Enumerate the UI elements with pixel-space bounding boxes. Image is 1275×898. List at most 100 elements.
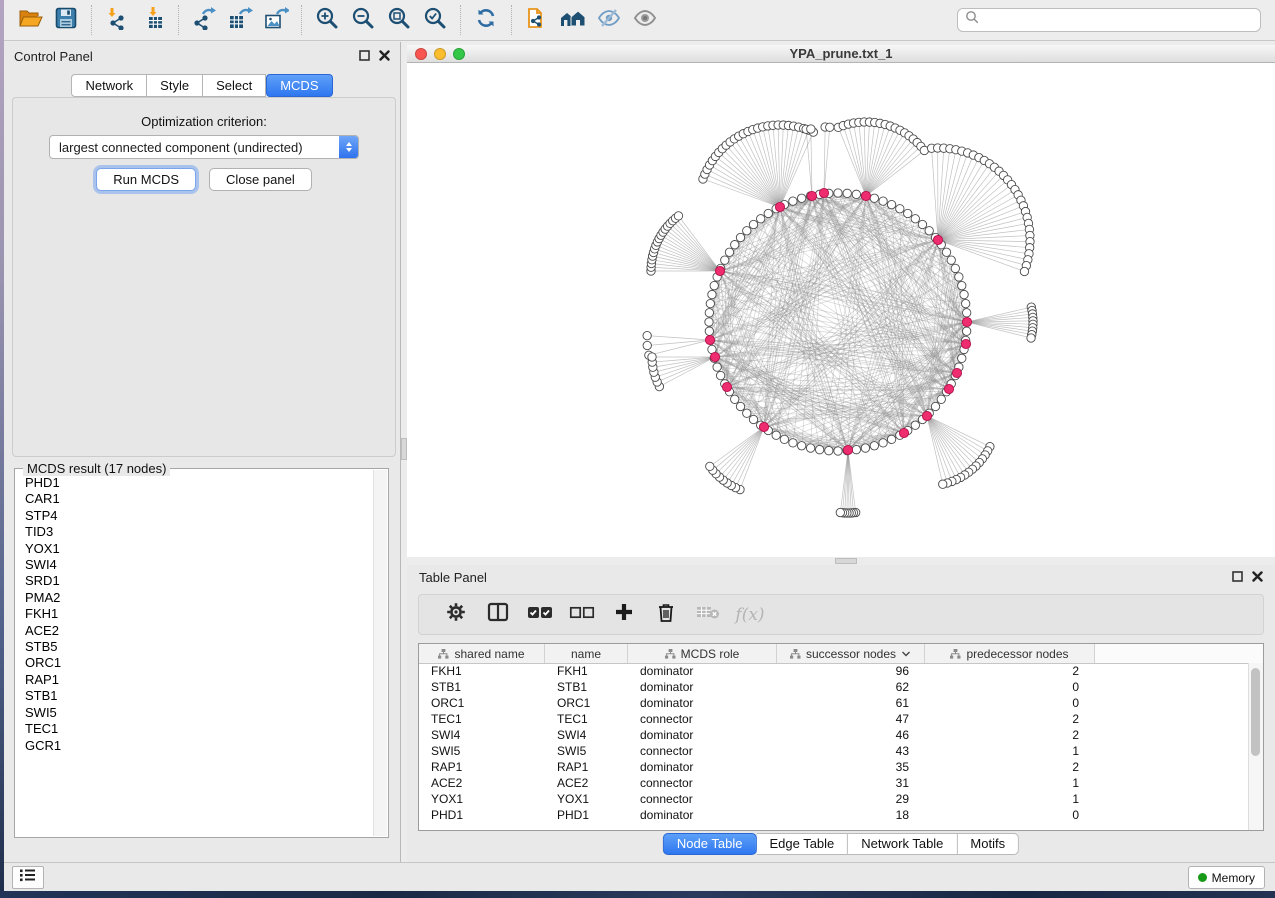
tab-mcds[interactable]: MCDS bbox=[266, 74, 332, 97]
network-from-file-button[interactable] bbox=[519, 5, 555, 35]
horizontal-splitter[interactable] bbox=[407, 557, 1275, 565]
cell-successor_nodes: 31 bbox=[777, 776, 925, 790]
mcds-result-list[interactable]: PHD1CAR1STP4TID3YOX1SWI4SRD1PMA2FKH1ACE2… bbox=[16, 475, 373, 836]
search-input[interactable] bbox=[980, 12, 1253, 28]
main-toolbar bbox=[4, 0, 1275, 41]
delete-table-button[interactable] bbox=[687, 601, 729, 629]
first-neighbors-button[interactable] bbox=[555, 5, 591, 35]
delete-column-button[interactable] bbox=[645, 601, 687, 629]
table-scrollbar[interactable] bbox=[1248, 663, 1263, 830]
mcds-result-item[interactable]: STP4 bbox=[25, 508, 373, 524]
save-session-button[interactable] bbox=[48, 5, 84, 35]
open-folder-icon bbox=[17, 6, 43, 35]
zoom-in-button[interactable] bbox=[309, 5, 345, 35]
mcds-result-item[interactable]: SRD1 bbox=[25, 573, 373, 589]
mcds-result-item[interactable]: FKH1 bbox=[25, 606, 373, 622]
cell-mcds_role: connector bbox=[628, 744, 777, 758]
mcds-result-item[interactable]: SWI5 bbox=[25, 705, 373, 721]
cell-shared_name: TEC1 bbox=[419, 712, 545, 726]
table-row[interactable]: PHD1PHD1dominator180 bbox=[419, 807, 1249, 823]
mcds-result-item[interactable]: TID3 bbox=[25, 524, 373, 540]
table-row[interactable]: ACE2ACE2connector311 bbox=[419, 775, 1249, 791]
run-mcds-button[interactable]: Run MCDS bbox=[96, 168, 196, 191]
table-row[interactable]: STB1STB1dominator620 bbox=[419, 679, 1249, 695]
tab-network-table[interactable]: Network Table bbox=[848, 833, 957, 855]
cell-name: SWI4 bbox=[545, 728, 628, 742]
column-header-shared_name[interactable]: shared name bbox=[419, 644, 545, 663]
mcds-result-item[interactable]: SWI4 bbox=[25, 557, 373, 573]
close-panel-icon[interactable] bbox=[379, 49, 390, 64]
control-panel-tabs: NetworkStyleSelectMCDS bbox=[4, 74, 400, 97]
mcds-list-scrollbar[interactable] bbox=[373, 470, 387, 836]
mcds-result-item[interactable]: ORC1 bbox=[25, 655, 373, 671]
column-header-successor_nodes[interactable]: successor nodes bbox=[777, 644, 925, 663]
mcds-result-item[interactable]: PHD1 bbox=[25, 475, 373, 491]
network-nodes[interactable] bbox=[643, 118, 1037, 517]
tab-edge-table[interactable]: Edge Table bbox=[756, 833, 848, 855]
select-all-button[interactable] bbox=[519, 601, 561, 629]
tab-select[interactable]: Select bbox=[203, 74, 266, 97]
tab-style[interactable]: Style bbox=[147, 74, 203, 97]
mcds-result-item[interactable]: RAP1 bbox=[25, 672, 373, 688]
export-network-button[interactable] bbox=[186, 5, 222, 35]
table-row[interactable]: SWI5SWI5connector431 bbox=[419, 743, 1249, 759]
export-table-button[interactable] bbox=[222, 5, 258, 35]
tab-network[interactable]: Network bbox=[71, 74, 147, 97]
optimization-criterion-select[interactable]: largest connected component (undirected) bbox=[49, 135, 359, 159]
refresh-layout-button[interactable] bbox=[468, 5, 504, 35]
search-box[interactable] bbox=[957, 8, 1261, 32]
hide-selected-button[interactable] bbox=[591, 5, 627, 35]
table-row[interactable]: ORC1ORC1dominator610 bbox=[419, 695, 1249, 711]
close-panel-button[interactable]: Close panel bbox=[209, 168, 312, 191]
table-row[interactable]: TEC1TEC1connector472 bbox=[419, 711, 1249, 727]
mcds-result-item[interactable]: ACE2 bbox=[25, 623, 373, 639]
deselect-all-button[interactable] bbox=[561, 601, 603, 629]
add-column-button[interactable] bbox=[603, 601, 645, 629]
table-panel-header: Table Panel bbox=[407, 567, 1275, 587]
zoom-selected-button[interactable] bbox=[417, 5, 453, 35]
float-panel-icon[interactable] bbox=[1232, 570, 1243, 585]
import-table-button[interactable] bbox=[135, 5, 171, 35]
column-header-mcds_role[interactable]: MCDS role bbox=[628, 644, 777, 663]
mcds-result-item[interactable]: STB5 bbox=[25, 639, 373, 655]
zoom-out-button[interactable] bbox=[345, 5, 381, 35]
table-settings-button[interactable] bbox=[435, 601, 477, 629]
splitter-grip[interactable] bbox=[835, 558, 857, 564]
table-row[interactable]: RAP1RAP1dominator352 bbox=[419, 759, 1249, 775]
tab-motifs[interactable]: Motifs bbox=[957, 833, 1019, 855]
open-session-button[interactable] bbox=[12, 5, 48, 35]
table-row[interactable]: YOX1YOX1connector291 bbox=[419, 791, 1249, 807]
mcds-result-item[interactable]: PMA2 bbox=[25, 590, 373, 606]
attribute-tree-icon bbox=[950, 649, 961, 659]
export-table-icon bbox=[227, 6, 253, 35]
cell-name: ACE2 bbox=[545, 776, 628, 790]
export-image-button[interactable] bbox=[258, 5, 294, 35]
tab-node-table[interactable]: Node Table bbox=[663, 833, 757, 855]
cell-name: RAP1 bbox=[545, 760, 628, 774]
scrollbar-thumb[interactable] bbox=[1251, 668, 1260, 756]
control-panel: Control Panel NetworkStyleSelectMCDS Opt… bbox=[4, 42, 400, 862]
column-view-button[interactable] bbox=[477, 601, 519, 629]
close-panel-icon[interactable] bbox=[1252, 570, 1263, 585]
cell-mcds_role: dominator bbox=[628, 760, 777, 774]
task-history-button[interactable] bbox=[12, 866, 44, 889]
column-header-predecessor_nodes[interactable]: predecessor nodes bbox=[925, 644, 1095, 663]
zoom-fit-button[interactable] bbox=[381, 5, 417, 35]
column-header-name[interactable]: name bbox=[545, 644, 628, 663]
table-row[interactable]: FKH1FKH1dominator962 bbox=[419, 663, 1249, 679]
mcds-result-item[interactable]: STB1 bbox=[25, 688, 373, 704]
import-network-button[interactable] bbox=[99, 5, 135, 35]
apply-function-button[interactable]: f(x) bbox=[729, 601, 771, 629]
mcds-result-item[interactable]: TEC1 bbox=[25, 721, 373, 737]
gear-icon bbox=[445, 601, 467, 628]
cell-predecessor_nodes: 0 bbox=[925, 680, 1095, 694]
network-window-titlebar[interactable]: YPA_prune.txt_1 bbox=[407, 45, 1275, 63]
table-row[interactable]: SWI4SWI4dominator462 bbox=[419, 727, 1249, 743]
mcds-result-item[interactable]: YOX1 bbox=[25, 541, 373, 557]
memory-button[interactable]: Memory bbox=[1188, 866, 1265, 889]
mcds-result-item[interactable]: GCR1 bbox=[25, 738, 373, 754]
float-panel-icon[interactable] bbox=[359, 49, 370, 64]
network-view[interactable] bbox=[407, 63, 1275, 557]
show-all-button[interactable] bbox=[627, 5, 663, 35]
mcds-result-item[interactable]: CAR1 bbox=[25, 491, 373, 507]
